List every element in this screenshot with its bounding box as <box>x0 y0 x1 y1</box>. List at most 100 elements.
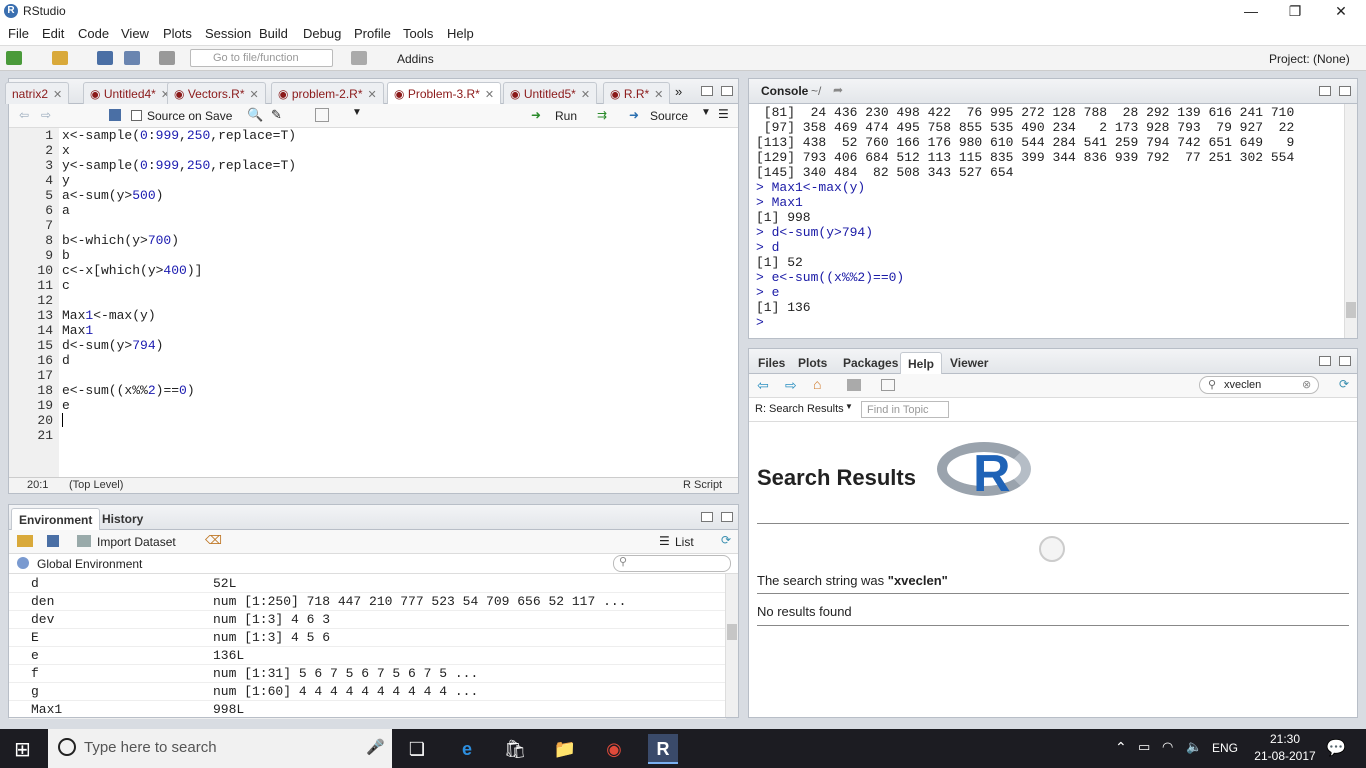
outline-icon[interactable]: ☰ <box>718 107 729 121</box>
tab-viewer[interactable]: Viewer <box>943 352 995 374</box>
rstudio-taskbar-icon[interactable]: R <box>648 734 678 764</box>
find-in-topic-input[interactable]: Find in Topic <box>861 401 949 418</box>
save-file-icon[interactable] <box>109 109 121 121</box>
code-line[interactable]: Max1 <box>62 323 738 338</box>
clock-date[interactable]: 21-08-2017 <box>1252 749 1318 763</box>
menu-profile[interactable]: Profile <box>354 26 391 41</box>
console-output[interactable]: [81] 24 436 230 498 422 76 995 272 128 7… <box>756 105 1343 338</box>
menu-debug[interactable]: Debug <box>303 26 341 41</box>
compile-report-icon[interactable] <box>315 108 329 122</box>
refresh-env-icon[interactable]: ⟳ <box>721 533 731 547</box>
env-search-input[interactable] <box>613 555 731 572</box>
help-minimize-icon[interactable] <box>1319 356 1331 366</box>
help-search-input[interactable]: ⚲ xveclen ⊗ <box>1199 376 1319 394</box>
code-line[interactable]: a<-sum(y>500) <box>62 188 738 203</box>
file-type-selector[interactable]: R Script <box>683 479 722 491</box>
help-refresh-icon[interactable]: ⟳ <box>1339 377 1349 391</box>
source-chevron-down-icon[interactable]: ▼ <box>701 107 711 118</box>
code-line[interactable]: x <box>62 143 738 158</box>
close-window-button[interactable]: ✕ <box>1318 0 1364 23</box>
store-icon[interactable]: 🛍 <box>500 734 530 764</box>
code-line[interactable] <box>62 413 738 428</box>
broom-icon[interactable]: ⌫ <box>205 533 222 547</box>
help-maximize-icon[interactable] <box>1339 356 1351 366</box>
magic-wand-icon[interactable]: ✎ <box>271 107 282 123</box>
help-forward-icon[interactable]: ⇨ <box>785 377 797 394</box>
restore-button[interactable]: ❐ <box>1272 0 1318 23</box>
tab-natrix2[interactable]: natrix2 ✕ <box>5 82 70 104</box>
minimize-button[interactable]: — <box>1228 0 1274 23</box>
load-workspace-icon[interactable] <box>17 535 33 547</box>
goto-file-input[interactable]: Go to file/function <box>190 49 333 67</box>
tab-untitled5[interactable]: ◉ Untitled5* ✕ <box>503 82 598 104</box>
code-line[interactable] <box>62 428 738 443</box>
print-icon[interactable] <box>159 51 175 65</box>
env-row[interactable]: f num [1:31] 5 6 7 5 6 7 5 6 7 5 ... <box>9 665 726 683</box>
code-line[interactable] <box>62 368 738 383</box>
menu-session[interactable]: Session <box>205 26 251 41</box>
results-chevron-down-icon[interactable]: ▼ <box>845 402 853 411</box>
tab-environment[interactable]: Environment <box>11 508 101 530</box>
env-row[interactable]: den num [1:250] 718 447 210 777 523 54 70… <box>9 593 726 611</box>
tab-untitled4[interactable]: ◉ Untitled4* ✕ <box>83 82 178 104</box>
tab-plots[interactable]: Plots <box>791 352 834 374</box>
code-line[interactable]: e<-sum((x%%2)==0) <box>62 383 738 398</box>
save-icon[interactable] <box>97 51 113 65</box>
tab-files[interactable]: Files <box>751 352 792 374</box>
console-minimize-icon[interactable] <box>1319 86 1331 96</box>
save-workspace-icon[interactable] <box>47 535 59 547</box>
console-goto-dir-icon[interactable]: ➦ <box>833 83 843 97</box>
more-tabs-icon[interactable]: » <box>675 84 682 99</box>
env-minimize-icon[interactable] <box>701 512 713 522</box>
menu-plots[interactable]: Plots <box>163 26 192 41</box>
view-mode-selector[interactable]: List <box>675 535 694 549</box>
back-arrow-icon[interactable]: ⇦ <box>19 108 29 122</box>
env-row[interactable]: d 52L <box>9 575 726 593</box>
new-file-icon[interactable] <box>6 51 22 65</box>
notifications-icon[interactable]: 💬 <box>1326 738 1346 758</box>
code-line[interactable]: b<-which(y>700) <box>62 233 738 248</box>
help-home-icon[interactable]: ⌂ <box>813 376 821 392</box>
grid-layout-icon[interactable] <box>351 51 367 65</box>
clear-search-icon[interactable]: ⊗ <box>1302 378 1311 391</box>
addins-menu[interactable]: Addins <box>397 52 434 66</box>
env-row[interactable]: dev num [1:3] 4 6 3 <box>9 611 726 629</box>
console-scrollbar[interactable] <box>1344 104 1357 338</box>
tab-r-r[interactable]: ◉ R.R* ✕ <box>603 82 671 104</box>
file-explorer-icon[interactable]: 📁 <box>550 734 580 764</box>
tab-packages[interactable]: Packages <box>836 352 905 374</box>
code-line[interactable]: y <box>62 173 738 188</box>
tray-chevron-up-icon[interactable]: ⌃ <box>1115 739 1127 756</box>
import-dataset-button[interactable]: Import Dataset <box>97 535 176 549</box>
menu-file[interactable]: File <box>8 26 29 41</box>
code-line[interactable]: y<-sample(0:999,250,replace=T) <box>62 158 738 173</box>
code-editor[interactable]: x<-sample(0:999,250,replace=T) x y<-sample… <box>62 128 738 477</box>
code-line[interactable]: b <box>62 248 738 263</box>
source-button[interactable]: Source <box>650 109 688 123</box>
help-back-icon[interactable]: ⇦ <box>757 377 769 394</box>
menu-edit[interactable]: Edit <box>42 26 64 41</box>
code-line[interactable]: a <box>62 203 738 218</box>
console-maximize-icon[interactable] <box>1339 86 1351 96</box>
menu-tools[interactable]: Tools <box>403 26 433 41</box>
project-menu[interactable]: Project: (None) <box>1269 52 1350 66</box>
global-environment-selector[interactable]: Global Environment <box>37 557 142 571</box>
chrome-icon[interactable]: ◉ <box>599 734 629 764</box>
maximize-pane-icon[interactable] <box>721 86 733 96</box>
help-popout-icon[interactable] <box>881 379 895 391</box>
menu-code[interactable]: Code <box>78 26 109 41</box>
env-row[interactable]: Max1 998L <box>9 701 726 719</box>
menu-help[interactable]: Help <box>447 26 474 41</box>
save-all-icon[interactable] <box>124 51 140 65</box>
env-row[interactable]: g num [1:60] 4 4 4 4 4 4 4 4 4 4 ... <box>9 683 726 701</box>
open-file-icon[interactable] <box>52 51 68 65</box>
edge-browser-icon[interactable]: e <box>452 734 482 764</box>
code-line[interactable] <box>62 218 738 233</box>
find-icon[interactable]: 🔍 <box>247 107 263 123</box>
run-button[interactable]: Run <box>555 109 577 123</box>
tab-problem-2[interactable]: ◉ problem-2.R* ✕ <box>271 82 384 104</box>
code-line[interactable] <box>62 293 738 308</box>
env-row[interactable]: e 136L <box>9 647 726 665</box>
env-scrollbar[interactable] <box>725 574 738 717</box>
code-line[interactable]: e <box>62 398 738 413</box>
